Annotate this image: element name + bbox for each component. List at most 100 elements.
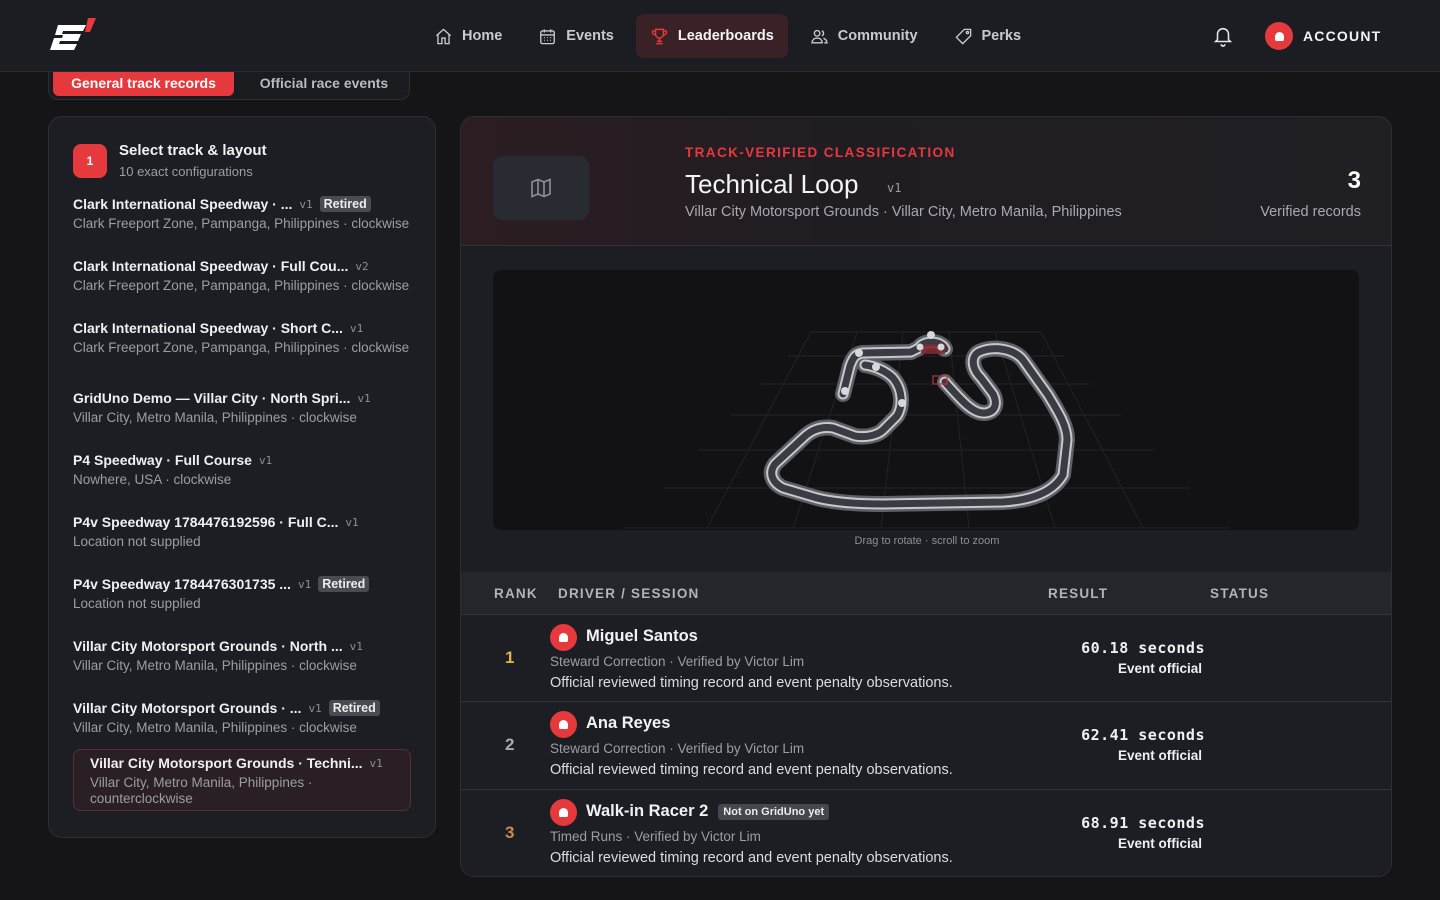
track-detail-panel: TRACK-VERIFIED CLASSIFICATION Technical …	[460, 116, 1392, 877]
rank-value: 1	[505, 648, 515, 667]
track-option-version: v1	[345, 515, 359, 529]
nav-community[interactable]: Community	[796, 14, 932, 58]
col-result: RESULT	[1048, 586, 1109, 601]
record-status: Event official	[1117, 661, 1202, 676]
driver-avatar-icon	[550, 624, 577, 651]
driver-name-text: Walk-in Racer 2	[586, 802, 709, 820]
track-option-meta: Clark Freeport Zone, Pampanga, Philippin…	[73, 278, 410, 293]
track-version: v1	[887, 181, 902, 195]
leaderboard-row[interactable]: 1 Miguel Santos Steward Correction · Ver…	[461, 614, 1391, 701]
nav-leaderboards[interactable]: Leaderboards	[635, 14, 788, 58]
track-option-name: Villar City Motorsport Grounds · North .…	[73, 638, 343, 654]
track-option-version: v1	[308, 701, 322, 715]
track-option-version: v1	[258, 453, 273, 467]
retired-badge: Retired	[318, 576, 370, 592]
track-option-meta: Villar City, Metro Manila, Philippines ·…	[73, 658, 357, 673]
nav-community-label: Community	[837, 28, 918, 44]
track-option-meta: Location not supplied	[73, 534, 201, 549]
account-label: ACCOUNT	[1303, 28, 1382, 44]
session-info: Steward Correction · Verified by Victor …	[550, 654, 805, 669]
track-option-meta: Clark Freeport Zone, Pampanga, Philippin…	[73, 216, 410, 231]
track-option-name: GridUno Demo — Villar City · North Spri.…	[73, 390, 351, 406]
track-selector-panel: 1 Select track & layout 10 exact configu…	[48, 116, 436, 838]
track-option-name: Clark International Speedway · Full Cou.…	[73, 258, 349, 274]
account-avatar-icon	[1265, 22, 1293, 50]
driver-name-text: Ana Reyes	[586, 714, 671, 732]
rank-value: 2	[505, 735, 515, 754]
driver-name-text: Miguel Santos	[586, 627, 698, 645]
result-time: 62.41 seconds	[1081, 726, 1205, 744]
track-option[interactable]: Clark International Speedway · ... v1 Re…	[73, 195, 413, 232]
record-status: Event official	[1117, 748, 1202, 763]
track-option[interactable]: Clark International Speedway · Full Cou.…	[73, 257, 413, 294]
track-option-name: Clark International Speedway · Short C..…	[73, 320, 343, 336]
session-info: Timed Runs · Verified by Victor Lim	[550, 829, 761, 844]
track-title: Technical Loop	[685, 169, 859, 199]
rank-value: 3	[505, 823, 515, 842]
map-icon	[531, 178, 551, 198]
result-time: 68.91 seconds	[1081, 814, 1205, 832]
record-note: Official reviewed timing record and even…	[550, 850, 953, 866]
col-driver: DRIVER / SESSION	[558, 586, 700, 601]
col-status: STATUS	[1210, 586, 1270, 601]
record-note: Official reviewed timing record and even…	[550, 675, 953, 691]
leaderboard-row[interactable]: 2 Ana Reyes Steward Correction · Verifie…	[461, 701, 1391, 788]
track-option-version: v1	[349, 639, 363, 653]
col-rank: RANK	[494, 586, 538, 601]
users-icon	[810, 29, 828, 44]
track-option-version: v1	[297, 577, 312, 591]
home-icon	[435, 27, 452, 44]
viewer-hint: Drag to rotate · scroll to zoom	[854, 535, 1000, 547]
map-tile	[493, 156, 589, 220]
track-option-name: Villar City Motorsport Grounds · ...	[73, 700, 302, 716]
track-option-version: v1	[349, 321, 364, 335]
verified-record-count: 3	[1347, 167, 1361, 194]
retired-badge: Retired	[328, 700, 380, 716]
track-option[interactable]: Villar City Motorsport Grounds · ... v1 …	[73, 699, 413, 736]
trophy-icon	[651, 28, 668, 44]
not-on-griduno-badge: Not on GridUno yet	[718, 803, 830, 820]
selector-subtitle: 10 exact configurations	[119, 164, 253, 179]
track-option[interactable]: Clark International Speedway · Short C..…	[73, 319, 413, 356]
driver-name[interactable]: Ana Reyes	[586, 714, 670, 733]
track-option-version: v1	[357, 391, 371, 405]
gridgames-logo-icon[interactable]	[48, 16, 100, 56]
track-3d-viewer[interactable]	[493, 270, 1359, 530]
track-option[interactable]: Villar City Motorsport Grounds · North .…	[73, 637, 413, 674]
top-navigation-bar: Home Events Leaderboards Community Perks…	[0, 0, 1440, 72]
nav-events[interactable]: Events	[524, 14, 628, 58]
track-option-version: v2	[355, 259, 369, 273]
record-status: Event official	[1117, 836, 1202, 851]
track-option-meta: Nowhere, USA · clockwise	[73, 472, 232, 487]
account-menu[interactable]: ACCOUNT	[1265, 22, 1381, 50]
leaderboard-row[interactable]: 3 Walk-in Racer 2 Not on GridUno yet Tim…	[461, 789, 1391, 876]
session-info: Steward Correction · Verified by Victor …	[550, 741, 805, 756]
step-badge: 1	[73, 144, 107, 178]
record-note: Official reviewed timing record and even…	[550, 762, 953, 778]
track-option[interactable]: GridUno Demo — Villar City · North Spri.…	[73, 389, 413, 426]
driver-name[interactable]: Walk-in Racer 2 Not on GridUno yet	[586, 802, 830, 821]
track-option-selected[interactable]: Villar City Motorsport Grounds · Techni.…	[73, 749, 411, 811]
nav-perks-label: Perks	[981, 28, 1022, 44]
track-option[interactable]: P4 Speedway · Full Course v1 Nowhere, US…	[73, 451, 413, 488]
track-option-name: P4 Speedway · Full Course	[73, 452, 252, 468]
tag-icon	[954, 28, 971, 45]
track-option-meta: Location not supplied	[73, 596, 201, 611]
nav-leaderboards-label: Leaderboards	[677, 28, 774, 44]
track-option-name: Villar City Motorsport Grounds · Techni.…	[90, 755, 363, 771]
track-location: Villar City Motorsport Grounds · Villar …	[685, 204, 1122, 220]
track-option-name: Clark International Speedway · ...	[73, 196, 293, 212]
nav-home[interactable]: Home	[420, 14, 516, 58]
main-nav: Home Events Leaderboards Community Perks	[420, 14, 1035, 58]
track-option-version: v1	[299, 197, 313, 211]
track-option-name: P4v Speedway 1784476301735 ...	[73, 576, 291, 592]
driver-avatar-icon	[550, 799, 577, 826]
leaderboard-header: RANK DRIVER / SESSION RESULT STATUS	[461, 572, 1391, 614]
nav-perks[interactable]: Perks	[940, 14, 1036, 58]
track-option[interactable]: P4v Speedway 1784476301735 ... v1 Retire…	[73, 575, 413, 612]
track-option[interactable]: P4v Speedway 1784476192596 · Full C... v…	[73, 513, 413, 550]
driver-name[interactable]: Miguel Santos	[586, 627, 698, 646]
track-option-name: P4v Speedway 1784476192596 · Full C...	[73, 514, 339, 530]
bell-icon[interactable]	[1212, 24, 1234, 48]
track-option-version: v1	[369, 756, 383, 770]
